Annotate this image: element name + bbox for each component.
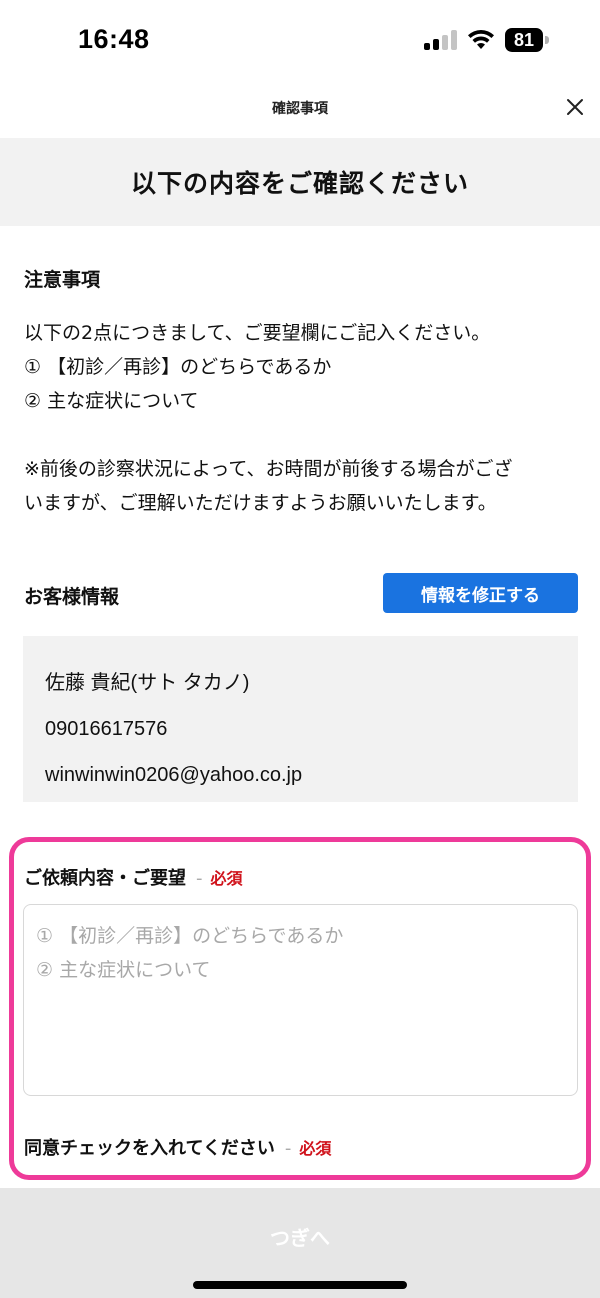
request-required-badge: 必須 [210,869,243,888]
confirm-heading: 以下の内容をご確認ください [130,169,469,198]
modal-header: 確認事項 [0,82,600,138]
notes-body: 以下の2点につきまして、ご要望欄にご記入ください。 ① 【初診／再診】のどちらで… [24,316,576,520]
battery-level: 81 [505,28,543,52]
wifi-icon [466,27,496,51]
notes-title: 注意事項 [24,269,101,291]
footer: つぎへ [0,1188,600,1298]
cellular-signal-icon [424,30,458,50]
request-field-label: ご依頼内容・ご要望 - 必須 [24,864,243,890]
battery-icon: 81 [505,28,549,52]
request-label-separator: - [196,868,203,889]
close-button[interactable] [560,92,590,122]
notes-line: ① 【初診／再診】のどちらであるか [24,356,332,378]
customer-info-card: 佐藤 貴紀(サト タカノ) 09016617576 winwinwin0206@… [23,636,578,802]
consent-label: 同意チェックを入れてください - 必須 [24,1134,331,1160]
customer-info-title: お客様情報 [24,586,120,608]
consent-label-text: 同意チェックを入れてください [24,1138,275,1159]
placeholder-line: ① 【初診／再診】のどちらであるか [36,925,344,947]
close-icon [567,99,583,115]
home-indicator [193,1281,407,1289]
request-label-text: ご依頼内容・ご要望 [24,868,186,889]
consent-required-badge: 必須 [299,1139,332,1158]
notes-line: ※前後の診察状況によって、お時間が前後する場合がござ [24,458,513,480]
next-button[interactable]: つぎへ [0,1188,600,1284]
screen: 16:48 81 確認事項 以下の内容をご確認ください 注意事項 以下の2点につ… [0,0,600,1298]
notes-line: 以下の2点につきまして、ご要望欄にご記入ください。 [24,322,491,344]
notes-line: いますが、ご理解いただけますようお願いいたします。 [24,492,497,514]
notes-line: ② 主な症状について [24,390,199,412]
customer-phone: 09016617576 [45,718,168,740]
status-bar: 16:48 81 [0,0,600,82]
modal-title: 確認事項 [272,101,328,117]
customer-email: winwinwin0206@yahoo.co.jp [45,764,303,786]
request-textarea[interactable]: ① 【初診／再診】のどちらであるか ② 主な症状について [23,904,578,1096]
placeholder-line: ② 主な症状について [36,959,211,981]
edit-info-button[interactable]: 情報を修正する [383,573,578,613]
confirm-banner: 以下の内容をご確認ください [0,138,600,226]
status-time: 16:48 [78,24,150,54]
consent-label-separator: - [284,1138,292,1159]
customer-name: 佐藤 貴紀(サト タカノ) [45,672,250,694]
